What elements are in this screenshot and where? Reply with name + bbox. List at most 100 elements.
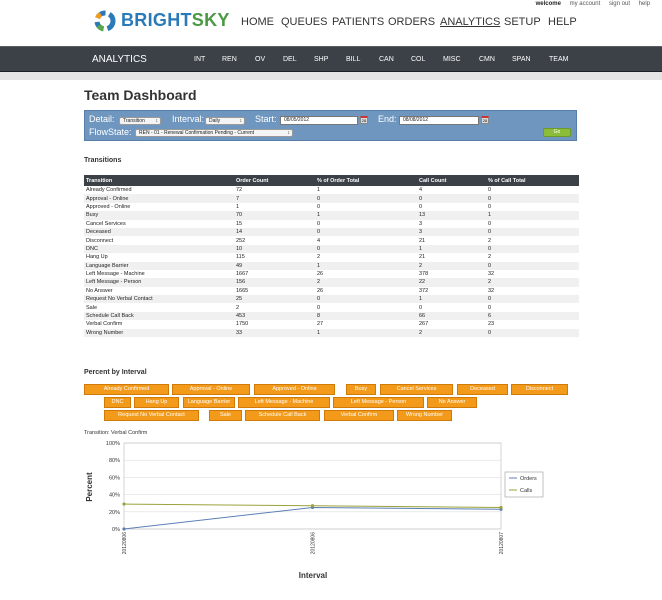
page-title: Team Dashboard (84, 87, 197, 103)
table-cell: 0 (486, 244, 579, 254)
table-cell: 26 (317, 271, 324, 278)
table-cell: Disconnect (86, 237, 114, 244)
table-row: No Answer 1665 26 372 32 (84, 287, 579, 295)
transition-button[interactable]: Left Message - Person (333, 397, 424, 408)
utility-links: welcome my account sign out help (529, 1, 650, 7)
data-point-calls[interactable] (499, 505, 503, 510)
transition-button[interactable]: Disconnect (511, 384, 568, 395)
transition-button[interactable]: Sale (209, 410, 242, 421)
table-cell: 33 (234, 328, 315, 338)
help-link[interactable]: help (639, 1, 650, 7)
subnav-can[interactable]: CAN (379, 56, 394, 63)
data-point-calls[interactable] (122, 502, 126, 506)
flowstate-select[interactable]: REN - 01 - Renewal Confirmation Pending … (135, 129, 293, 137)
nav-analytics[interactable]: ANALYTICS (440, 16, 500, 28)
nav-help[interactable]: HELP (548, 16, 577, 28)
interval-select[interactable]: Daily (205, 117, 245, 125)
transition-button[interactable]: Busy (346, 384, 376, 395)
subnav-col[interactable]: COL (411, 56, 425, 63)
table-cell: 2 (488, 254, 492, 261)
transition-button[interactable]: Request No Verbal Contact (104, 410, 199, 421)
transition-button[interactable]: No Answer (427, 397, 477, 408)
y-tick-labels: 0% 20% 40% 60% 80% 100% (106, 441, 120, 533)
table-cell: 8 (315, 311, 417, 321)
table-cell: 252 (236, 237, 246, 244)
nav-setup[interactable]: SETUP (504, 16, 541, 28)
table-cell: Request No Verbal Contact (84, 295, 234, 304)
subnav-shp[interactable]: SHP (314, 56, 328, 63)
subnav-bill[interactable]: BILL (346, 56, 360, 63)
table-cell: 26 (317, 287, 324, 294)
detail-select[interactable]: Transition (119, 117, 161, 125)
my-account-link[interactable]: my account (570, 1, 601, 7)
brightsky-logo-icon[interactable] (92, 8, 118, 34)
table-cell: 6 (486, 311, 579, 321)
subnav-span[interactable]: SPAN (512, 56, 531, 63)
transition-button[interactable]: DNC (104, 397, 131, 408)
end-date-input[interactable]: 08/08/2012 (399, 116, 479, 125)
subnav-ren[interactable]: REN (222, 56, 237, 63)
x-axis-label: Interval (299, 571, 327, 580)
start-date-input[interactable]: 08/05/2012 (280, 116, 358, 125)
brand-name[interactable]: BRIGHTSKY (121, 10, 230, 31)
table-cell: 22 (417, 278, 486, 287)
legend-calls-label: Calls (520, 488, 532, 494)
table-cell: 7 (234, 194, 315, 203)
y-tick-label: 80% (109, 458, 120, 464)
column-header: Order Count (234, 175, 315, 186)
nav-orders[interactable]: ORDERS (388, 16, 435, 28)
subnav-team[interactable]: TEAM (549, 56, 568, 63)
table-cell: 1 (417, 244, 486, 254)
chart-title: Transition: Verbal Confirm (84, 430, 148, 436)
transition-button[interactable]: Schedule Call Back (245, 410, 320, 421)
nav-home[interactable]: HOME (241, 16, 274, 28)
transition-button[interactable]: Hang Up (134, 397, 179, 408)
end-label: End: (378, 114, 397, 124)
x-tick-label: 20120807 (499, 532, 505, 554)
table-cell: 23 (488, 321, 495, 328)
transition-button[interactable]: Approved - Online (254, 384, 335, 395)
table-row: Hang Up 115 2 21 2 (84, 253, 579, 261)
start-calendar-icon[interactable]: 28 (360, 116, 368, 124)
subnav-misc[interactable]: MISC (443, 56, 461, 63)
transition-button[interactable]: Left Message - Machine (238, 397, 330, 408)
transition-button[interactable]: Cancel Services (380, 384, 453, 395)
nav-queues[interactable]: QUEUES (281, 16, 327, 28)
data-point-calls[interactable] (310, 504, 315, 508)
transition-button[interactable]: Approval - Online (172, 384, 250, 395)
table-row: Cancel Services 15 0 3 0 (84, 220, 579, 228)
table-header-row: Transition Order Count% of Order Total Cal… (84, 175, 579, 186)
transition-button[interactable]: Verbal Confirm (324, 410, 394, 421)
table-cell: Verbal Confirm (86, 321, 123, 328)
subnav-del[interactable]: DEL (283, 56, 297, 63)
end-calendar-icon[interactable]: 28 (481, 116, 489, 124)
subnav-ov[interactable]: OV (255, 56, 265, 63)
filter-panel: Detail: Transition Interval: Daily Start… (84, 110, 577, 141)
flowstate-label: FlowState: (89, 127, 132, 137)
transition-button[interactable]: Already Confirmed (84, 384, 169, 395)
transition-button[interactable]: Deceased (457, 384, 508, 395)
table-cell: 13 (417, 211, 486, 220)
sign-out-link[interactable]: sign out (609, 1, 630, 7)
nav-patients[interactable]: PATIENTS (332, 16, 384, 28)
table-cell: 0 (486, 194, 579, 203)
table-cell: 32 (488, 271, 495, 278)
go-button[interactable]: Go (543, 128, 571, 137)
table-cell: 0 (419, 203, 423, 210)
data-point-orders[interactable] (122, 527, 126, 531)
table-cell: 25 (234, 295, 315, 304)
table-cell: 0 (488, 187, 492, 194)
table-cell: 0 (315, 295, 417, 304)
table-cell: Approval - Online (84, 194, 234, 203)
table-row: Schedule Call Back 453 8 66 6 (84, 311, 579, 321)
subnav-int[interactable]: INT (194, 56, 205, 63)
table-cell: 2 (417, 261, 486, 270)
transition-button[interactable]: Wrong Number (397, 410, 452, 421)
table-row: Left Message - Person 156 2 22 2 (84, 278, 579, 287)
table-cell: 70 (234, 211, 315, 220)
table-cell: Hang Up (86, 254, 108, 261)
subnav-cmn[interactable]: CMN (479, 56, 495, 63)
start-label: Start: (255, 114, 277, 124)
transition-button[interactable]: Language Barrier (183, 397, 235, 408)
table-row: Wrong Number 33 1 2 0 (84, 328, 579, 338)
